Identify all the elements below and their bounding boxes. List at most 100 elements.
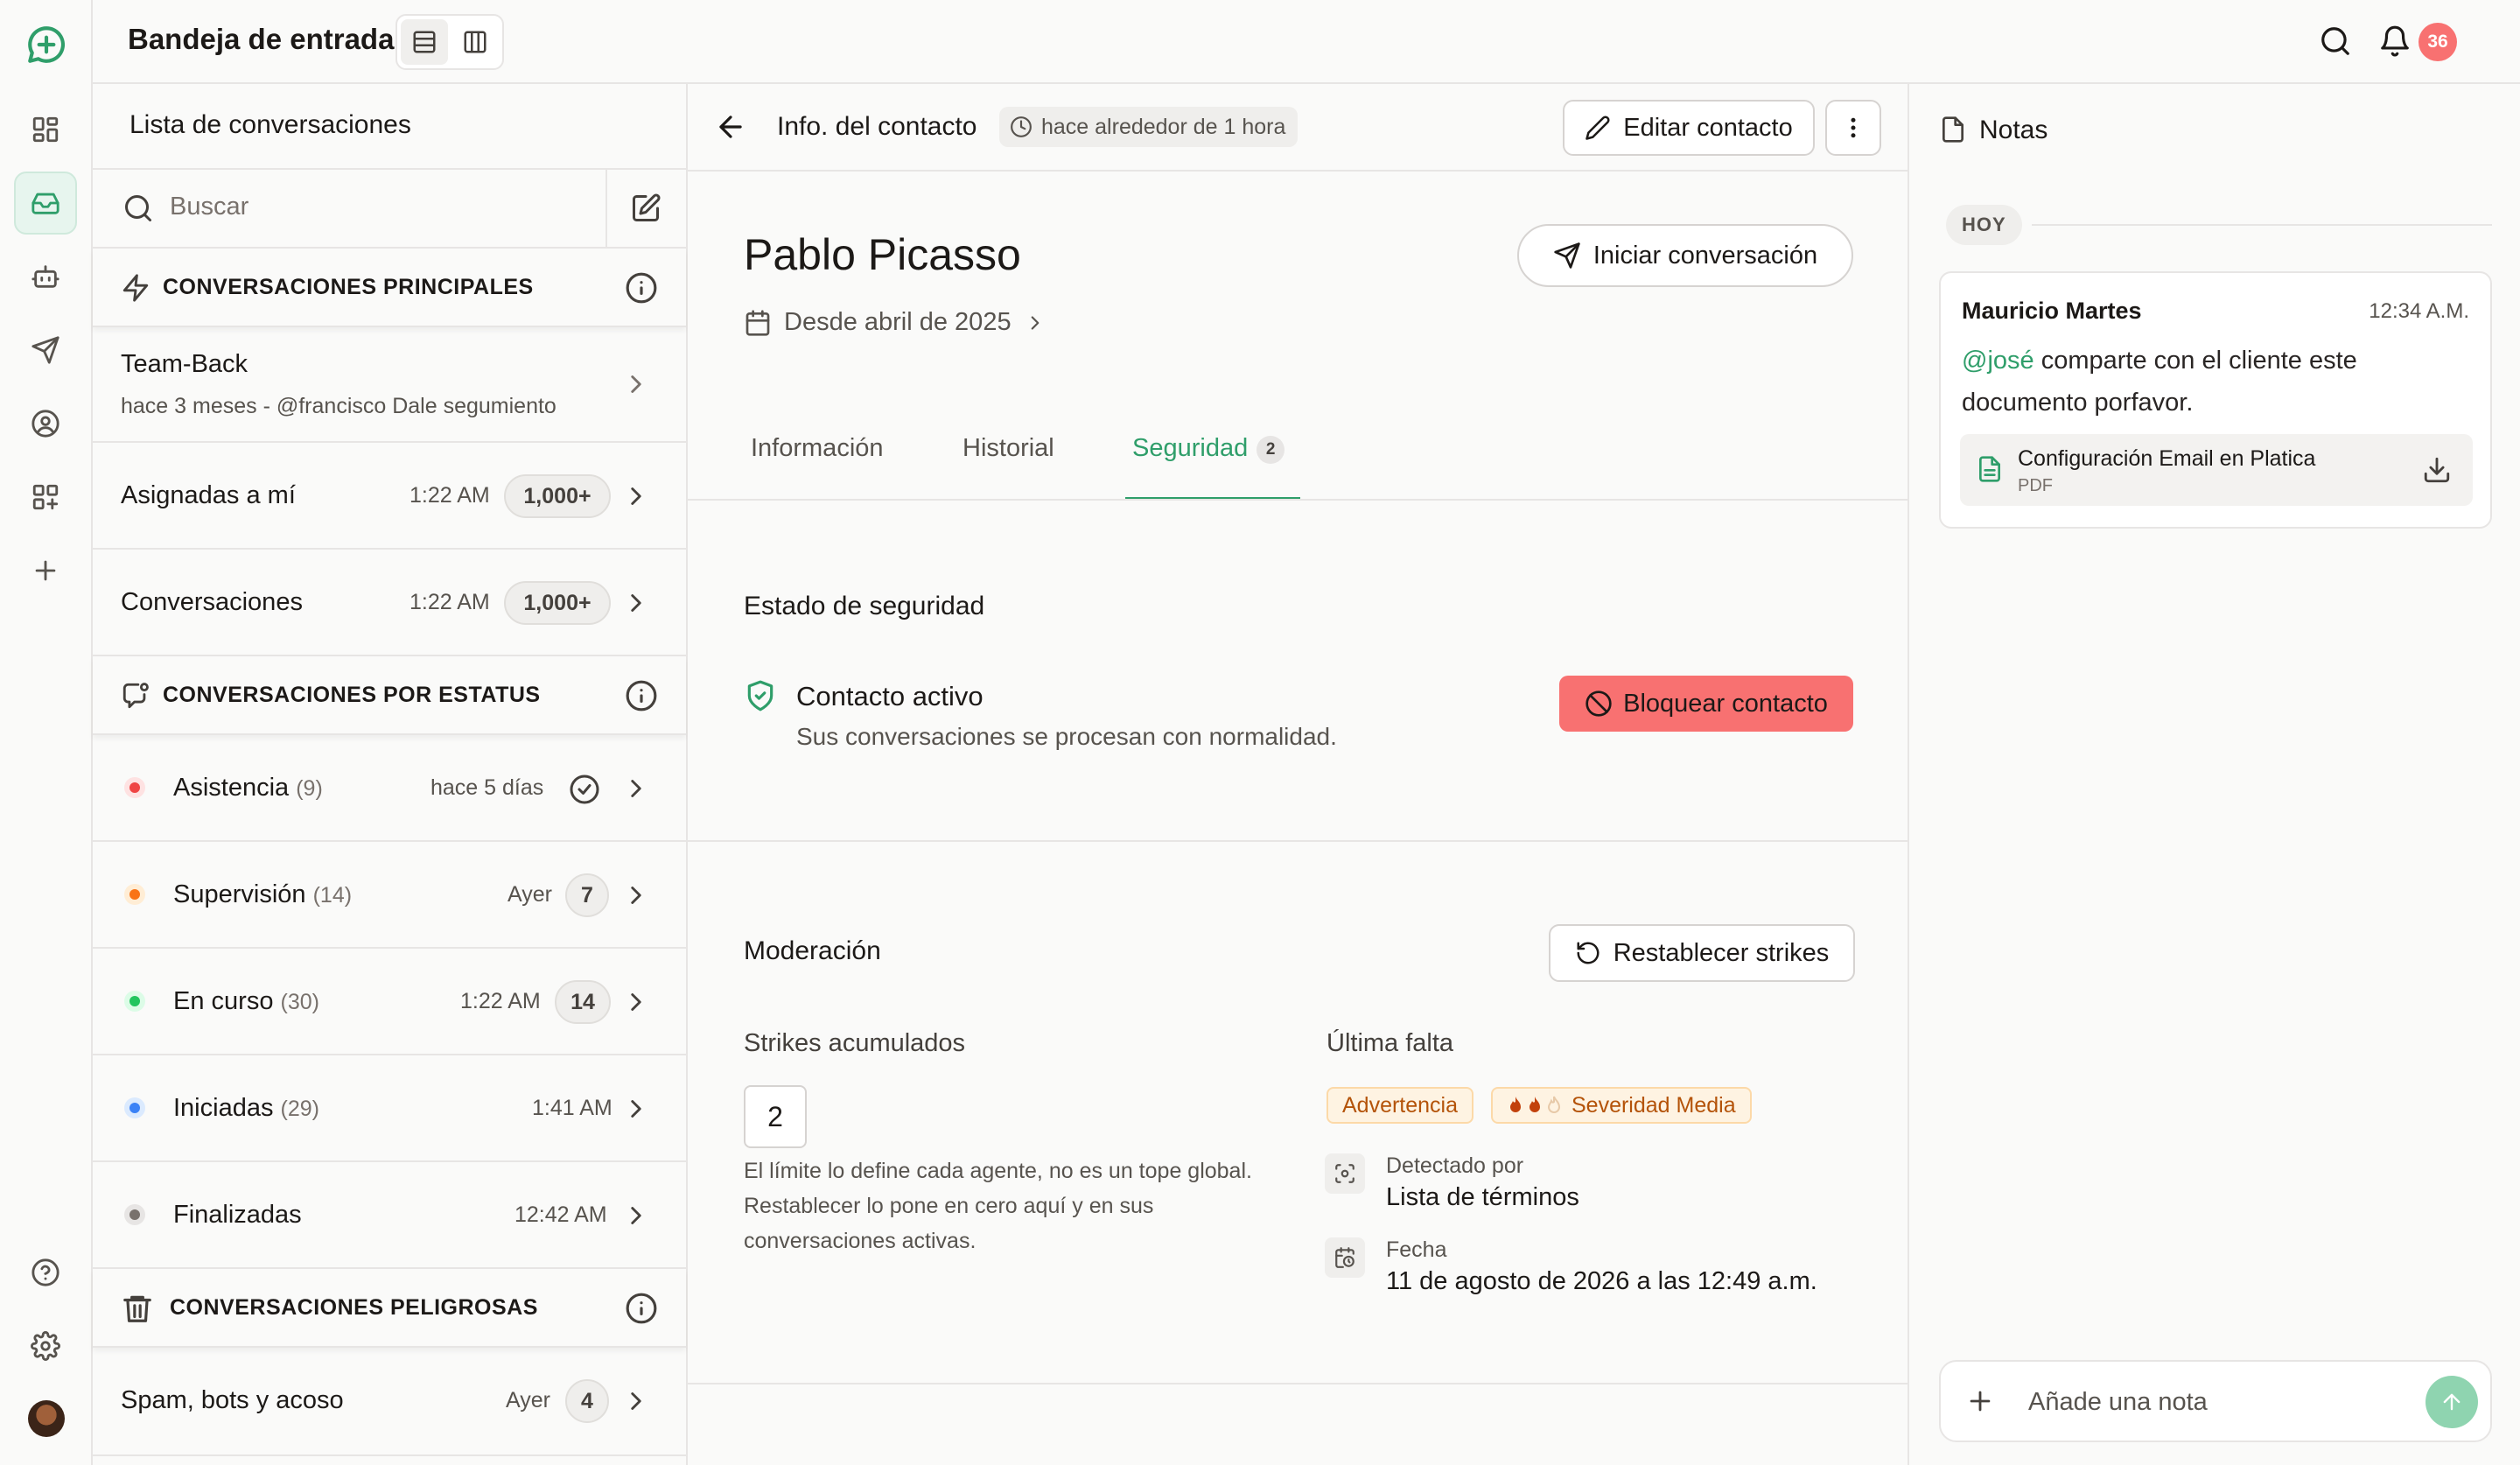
inbox-icon[interactable] [14,172,77,235]
security-section-title: Estado de seguridad [744,592,985,620]
block-contact-button[interactable]: Bloquear contacto [1559,676,1853,732]
bell-icon[interactable] [2378,25,2412,58]
status-dot [124,991,145,1012]
all-conversations-item[interactable]: Conversaciones 1:22 AM 1,000+ [93,550,686,656]
status-item-supervision[interactable]: Supervisión (14) Ayer 7 [93,842,686,949]
bot-icon[interactable] [14,245,77,308]
chat-status-icon [121,681,150,711]
contacts-icon[interactable] [14,392,77,455]
status-name: Finalizadas [173,1201,302,1229]
integrations-icon[interactable] [14,466,77,529]
send-icon[interactable] [14,319,77,382]
compose-icon[interactable] [630,193,662,224]
status-item-en-curso[interactable]: En curso (30) 1:22 AM 14 [93,949,686,1055]
tab-history[interactable]: Historial [962,434,1054,463]
assigned-time: 1:22 AM [410,483,490,508]
download-icon[interactable] [2422,455,2452,485]
chevron-right-icon [621,774,651,803]
settings-icon[interactable] [14,1314,77,1377]
section-status-conversations: CONVERSACIONES POR ESTATUS [93,656,686,735]
status-time: 1:41 AM [532,1096,612,1120]
more-options-button[interactable] [1825,100,1881,156]
status-name: Iniciadas [173,1094,274,1122]
tab-security[interactable]: Seguridad 2 [1132,434,1285,464]
contact-name: Pablo Picasso [744,230,1021,279]
chevron-right-icon [621,987,651,1017]
status-dot [124,777,145,798]
plus-icon[interactable] [1965,1386,1995,1416]
help-icon[interactable] [14,1241,77,1304]
reset-strikes-button[interactable]: Restablecer strikes [1549,924,1855,982]
contact-since-text: Desde abril de 2025 [784,308,1012,336]
add-icon[interactable] [14,539,77,602]
status-item-finalizadas[interactable]: Finalizadas 12:42 AM [93,1162,686,1269]
search-icon[interactable] [2319,25,2352,58]
file-text-icon [1976,455,2004,483]
app-logo-icon[interactable] [24,23,68,67]
search-bar[interactable]: Buscar [93,170,686,249]
assigned-label: Asignadas a mí [121,481,296,509]
note-input[interactable]: Añade una nota [1939,1360,2492,1442]
chevron-right-icon [621,588,651,618]
attachment[interactable]: Configuración Email en Platica PDF [1960,434,2473,506]
info-icon[interactable] [625,1292,658,1325]
note-text: @josé comparte con el cliente este docum… [1962,340,2469,424]
columns-view-icon [464,31,486,53]
last-offense-label: Última falta [1326,1029,1454,1057]
back-arrow-icon[interactable] [714,110,747,144]
team-name: Team-Back [121,350,248,378]
user-avatar[interactable] [28,1400,65,1437]
info-icon[interactable] [625,679,658,712]
attachment-type: PDF [2018,476,2053,495]
day-line [2032,224,2492,226]
flame-icon [1507,1095,1563,1116]
note-input-placeholder: Añade una nota [2028,1388,2208,1416]
notes-title: Notas [1979,116,2048,144]
conversation-list-title: Lista de conversaciones [130,110,411,139]
list-view-button[interactable] [401,19,448,65]
status-dot [124,1097,145,1118]
trash-icon [121,1292,154,1325]
status-count: (14) [312,883,353,908]
start-conversation-button[interactable]: Iniciar conversación [1517,224,1853,287]
status-label: Finalizadas [173,1201,302,1230]
status-item-asistencia[interactable]: Asistencia (9) hace 5 días [93,735,686,842]
section-dangerous-label: CONVERSACIONES PELIGROSAS [170,1295,538,1320]
status-item-iniciadas[interactable]: Iniciadas (29) 1:41 AM [93,1055,686,1162]
status-label: Supervisión (14) [173,880,352,909]
note-file-icon [1939,116,1967,144]
info-icon[interactable] [625,271,658,305]
notification-badge: 36 [2418,23,2457,61]
status-dot [124,1204,145,1225]
status-label: En curso (30) [173,987,319,1016]
send-note-button[interactable] [2426,1376,2478,1428]
note-time: 12:34 A.M. [2369,299,2469,323]
chevron-right-icon [621,1094,651,1124]
date-value: 11 de agosto de 2026 a las 12:49 a.m. [1386,1267,1817,1295]
warning-tag: Advertencia [1326,1087,1474,1124]
dashboard-icon[interactable] [14,98,77,161]
contact-header-title: Info. del contacto [777,112,977,141]
strikes-label: Strikes acumulados [744,1029,966,1057]
notes-panel: Notas HOY Mauricio Martes 12:34 A.M. @jo… [1911,84,2520,1465]
list-view-icon [413,31,436,53]
columns-view-button[interactable] [452,19,499,65]
status-count: (29) [280,1097,319,1121]
edit-contact-button[interactable]: Editar contacto [1563,100,1815,156]
tab-information[interactable]: Información [751,434,884,463]
status-name: Supervisión [173,880,306,908]
strikes-help: El límite lo define cada agente, no es u… [744,1159,1252,1253]
tab-security-count: 2 [1256,436,1285,464]
conversation-list-panel: Lista de conversaciones Buscar CONVERSAC… [93,84,688,1465]
contact-since[interactable]: Desde abril de 2025 [744,308,1046,337]
page-title: Bandeja de entrada [128,23,395,55]
attachment-name: Configuración Email en Platica [2018,446,2316,471]
spam-item[interactable]: Spam, bots y acoso Ayer 4 [93,1348,686,1456]
team-back-item[interactable]: Team-Back hace 3 meses - @francisco Dale… [93,327,686,443]
search-input[interactable]: Buscar [170,193,248,221]
assigned-to-me-item[interactable]: Asignadas a mí 1:22 AM 1,000+ [93,443,686,550]
team-subtitle: hace 3 meses - @francisco Dale segumient… [121,394,556,418]
search-icon [122,193,154,224]
note-mention[interactable]: @josé [1962,347,2034,375]
status-time: hace 5 días [430,775,544,800]
